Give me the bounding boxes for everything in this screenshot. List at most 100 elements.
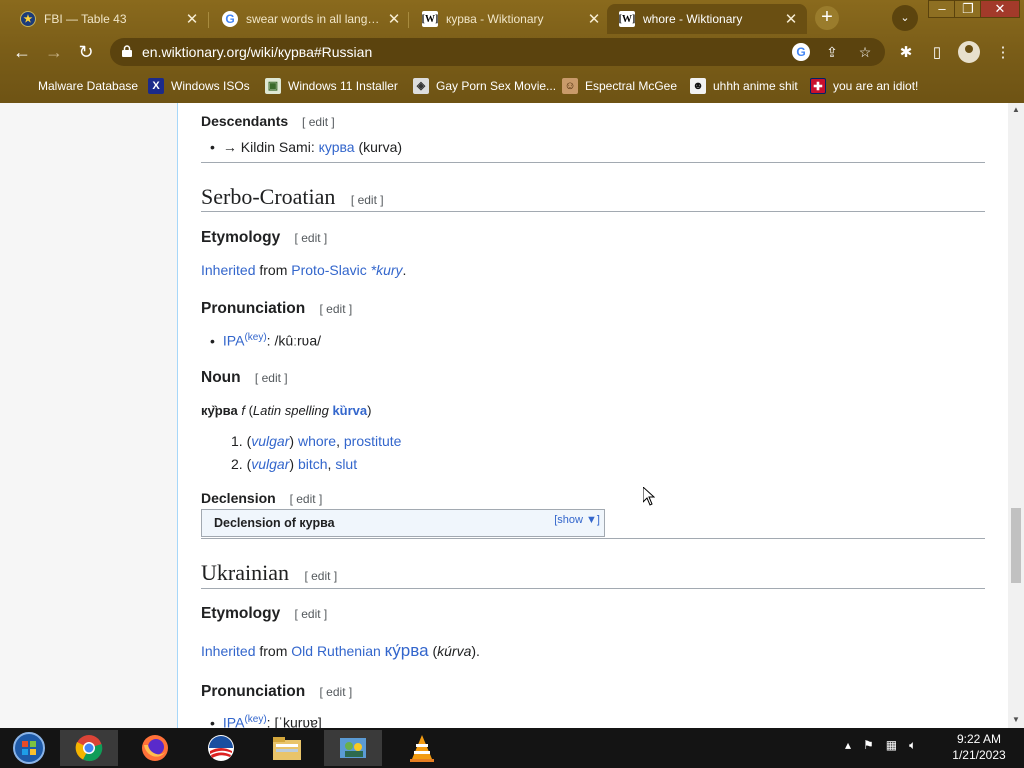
volume-icon[interactable]: 🔈︎ [909,738,916,753]
edit-link[interactable]: [ edit ] [295,607,328,621]
tab-search-button[interactable]: ⌄ [892,5,918,31]
kildin-sami-word-link[interactable]: курва [319,139,355,155]
bookmark-espectral-mcgee[interactable]: ☺ Espectral McGee [562,76,677,96]
web-page-viewport[interactable]: ▲ ▼ [0,103,1024,728]
bookmark-windows-isos[interactable]: X Windows ISOs [148,76,250,96]
bookmark-windows-11-installer[interactable]: ▣ Windows 11 Installer [265,76,398,96]
anime-face-icon: ☻ [690,78,706,94]
gloss-link[interactable]: slut [335,456,357,472]
ipa-item: IPA(key): /kûːrʋa/ [201,332,321,349]
inherited-link[interactable]: Inherited [201,643,255,659]
taskbar-file-explorer[interactable] [258,730,316,766]
etymology-heading: Etymology [ edit ] [201,229,327,247]
descendant-prefix: → Kildin Sami: [222,139,319,155]
start-orb-icon [13,732,45,764]
text: . [402,262,407,278]
address-bar[interactable]: en.wiktionary.org/wiki/курва#Russian G ⇪… [110,38,885,66]
tab-whore-wiktionary[interactable]: [W] whore - Wiktionary ✕ [607,4,807,34]
vertical-scrollbar[interactable]: ▲ ▼ [1008,103,1024,728]
windows-taskbar: ▴ ⚑ ▦ 🔈︎ 9:22 AM 1/21/2023 [0,728,1024,768]
show-hidden-icons-chevron-icon[interactable]: ▴ [845,738,851,753]
google-lens-icon[interactable]: G [792,43,810,61]
tab-swear-words[interactable]: G swear words in all languages ✕ [210,4,410,34]
tab-fbi-table[interactable]: ★ FBI — Table 43 ✕ [8,4,208,34]
uk-flag-icon: ✚ [810,78,826,94]
section-divider [201,162,985,163]
face-icon: ☺ [562,78,578,94]
bookmark-malware-database[interactable]: Malware Database [38,76,138,96]
ipa-key-link[interactable]: (key) [244,714,266,725]
edit-link[interactable]: [ edit ] [290,492,323,506]
share-icon[interactable]: ⇪ [822,42,842,62]
new-tab-button[interactable]: + [815,6,839,30]
ipa-link[interactable]: IPA [223,715,245,728]
start-button[interactable] [0,730,58,766]
text: ( [244,403,253,418]
side-panel-icon[interactable]: ▯ [926,42,948,64]
scrollbar-thumb[interactable] [1011,508,1021,583]
bookmark-label: Windows 11 Installer [288,79,398,93]
taskbar-firefox[interactable] [126,730,184,766]
scroll-up-arrow-icon[interactable]: ▲ [1012,105,1020,114]
inherited-link[interactable]: Inherited [201,262,255,278]
proto-slavic-link[interactable]: Proto-Slavic [291,262,366,278]
action-center-flag-icon[interactable]: ⚑ [863,738,874,753]
vulgar-label-link[interactable]: vulgar [251,433,289,449]
old-ruthenian-link[interactable]: Old Ruthenian [291,643,381,659]
bookmark-you-are-an-idiot[interactable]: ✚ you are an idiot! [810,76,918,96]
bookmark-star-icon[interactable]: ☆ [855,42,875,62]
proto-word-link[interactable]: *kury [371,262,403,278]
old-ruthenian-word-link[interactable]: ку́рва [385,641,429,660]
fbi-seal-icon: ★ [20,11,36,27]
firefox-icon [142,735,168,761]
text: from [255,262,292,278]
sense-number: 1. [231,433,243,449]
browser-toolbar: ← → ↻ en.wiktionary.org/wiki/курва#Russi… [0,34,1024,70]
edit-link[interactable]: [ edit ] [295,231,328,245]
edit-link[interactable]: [ edit ] [304,569,337,583]
restore-button[interactable]: ❐ [954,0,982,18]
vulgar-label-link[interactable]: vulgar [251,456,289,472]
clock-date: 1/21/2023 [952,748,1006,762]
show-declension-toggle[interactable]: [show ▼] [554,514,600,526]
taskbar-clock[interactable]: 9:22 AM 1/21/2023 [944,731,1014,763]
network-icon[interactable]: ▦ [886,738,897,753]
lock-icon[interactable] [122,45,132,57]
gloss-link[interactable]: prostitute [344,433,402,449]
profile-avatar-icon[interactable] [958,41,980,63]
reload-icon[interactable]: ↻ [72,38,100,66]
tab-kurva-wiktionary[interactable]: [W] курва - Wiktionary ✕ [410,4,610,34]
gloss-link[interactable]: bitch [298,456,328,472]
edit-link[interactable]: [ edit ] [255,371,288,385]
close-window-button[interactable]: ✕ [980,0,1020,18]
close-tab-icon[interactable]: ✕ [586,10,602,28]
bookmark-label: Espectral McGee [585,79,678,93]
obama-logo-icon [208,735,234,761]
headword: ку̏рва [201,403,238,418]
back-arrow-icon[interactable]: ← [8,38,36,66]
taskbar-chrome[interactable] [60,730,118,766]
menu-kebab-icon[interactable]: ⋮ [992,42,1014,64]
latin-spelling-link[interactable]: kȕrva [332,403,367,418]
extensions-puzzle-icon[interactable]: ✱ [895,42,917,64]
close-tab-icon[interactable]: ✕ [783,10,799,28]
ipa-link[interactable]: IPA [223,333,245,349]
taskbar-vlc[interactable] [393,730,451,766]
edit-link[interactable]: [ edit ] [302,115,335,129]
edit-link[interactable]: [ edit ] [351,193,384,207]
ipa-key-link[interactable]: (key) [244,332,266,343]
heading-text: Descendants [201,113,289,129]
taskbar-network-app[interactable] [324,730,382,766]
bookmark-gay-porn[interactable]: ◈ Gay Porn Sex Movie... [413,76,556,96]
minimize-button[interactable]: – [928,0,956,18]
close-tab-icon[interactable]: ✕ [386,10,402,28]
close-tab-icon[interactable]: ✕ [184,10,200,28]
edit-link[interactable]: [ edit ] [320,685,353,699]
forward-arrow-icon[interactable]: → [40,38,68,66]
bookmark-anime[interactable]: ☻ uhhh anime shit [690,76,798,96]
edit-link[interactable]: [ edit ] [320,302,353,316]
taskbar-obama-app[interactable] [192,730,250,766]
url-text[interactable]: en.wiktionary.org/wiki/курва#Russian [142,44,372,60]
scroll-down-arrow-icon[interactable]: ▼ [1012,715,1020,724]
gloss-link[interactable]: whore [298,433,336,449]
